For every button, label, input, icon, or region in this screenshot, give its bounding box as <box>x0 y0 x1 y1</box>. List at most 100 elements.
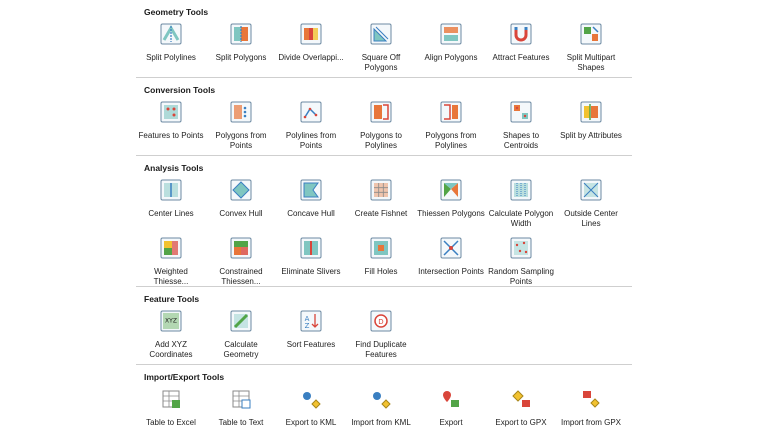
section-title: Geometry Tools <box>144 7 209 17</box>
find-duplicate-icon: D <box>370 307 392 337</box>
import-gpx-icon <box>580 385 602 415</box>
tool-button[interactable]: Export to GPX <box>486 385 556 443</box>
weighted-thiessen-icon <box>160 234 182 264</box>
tool-label: Divide Overlappi... <box>278 53 344 62</box>
tool-label: Outside Center Lines <box>564 209 618 228</box>
tool-button[interactable]: Fill Holes <box>346 234 416 292</box>
tool-button[interactable]: Shapes to Centroids <box>486 98 556 156</box>
tool-button[interactable]: Center Lines <box>136 176 206 234</box>
divide-overlapping-icon <box>300 20 322 50</box>
tool-button[interactable]: XYZ Add XYZ Coordinates <box>136 307 206 365</box>
tool-button[interactable]: Eliminate Slivers <box>276 234 346 292</box>
tool-label: Polygons to Polylines <box>360 131 402 150</box>
polygons-from-polylines-icon <box>440 98 462 128</box>
tool-button[interactable]: Square Off Polygons <box>346 20 416 78</box>
tool-label: Table to Text <box>218 418 264 427</box>
tool-label: Split Multipart Shapes <box>566 53 616 72</box>
tool-label: Polylines from Points <box>285 131 337 150</box>
tool-label: Export to KML <box>285 418 337 427</box>
tool-button[interactable]: Calculate Polygon Width <box>486 176 556 234</box>
tool-label: Split by Attributes <box>560 131 622 140</box>
section-title: Conversion Tools <box>144 85 216 95</box>
tool-label: Center Lines <box>148 209 194 218</box>
eliminate-slivers-icon <box>300 234 322 264</box>
tool-button[interactable]: Import from KML <box>346 385 416 443</box>
tool-button[interactable]: Export <box>416 385 486 443</box>
tool-button[interactable]: Convex Hull <box>206 176 276 234</box>
tool-label: Calculate Geometry <box>223 340 259 359</box>
tool-label: Align Polygons <box>424 53 478 62</box>
tool-button[interactable]: Export to KML <box>276 385 346 443</box>
tool-button[interactable]: Split Polylines <box>136 20 206 78</box>
tool-label: Find Duplicate Features <box>355 340 407 359</box>
center-lines-icon <box>160 176 182 206</box>
random-sampling-icon <box>510 234 532 264</box>
convex-hull-icon <box>230 176 252 206</box>
tool-label: Thiessen Polygons <box>417 209 485 218</box>
tool-label: Table to Excel <box>146 418 196 427</box>
tool-button[interactable]: Features to Points <box>136 98 206 156</box>
tool-button[interactable]: Split by Attributes <box>556 98 626 156</box>
tool-label: Split Polylines <box>146 53 196 62</box>
tool-button[interactable]: Create Fishnet <box>346 176 416 234</box>
tool-button[interactable]: Thiessen Polygons <box>416 176 486 234</box>
tool-button[interactable]: Table to Text <box>206 385 276 443</box>
svg-text:D: D <box>378 318 383 326</box>
tool-button[interactable]: Polygons from Polylines <box>416 98 486 156</box>
split-multipart-icon <box>580 20 602 50</box>
tool-button[interactable]: Intersection Points <box>416 234 486 292</box>
svg-text:Z: Z <box>305 322 310 330</box>
fill-holes-icon <box>370 234 392 264</box>
tool-label: Fill Holes <box>364 267 398 276</box>
tool-button[interactable]: Import from GPX <box>556 385 626 443</box>
tool-button[interactable]: Weighted Thiesse... <box>136 234 206 292</box>
fishnet-icon <box>370 176 392 206</box>
tool-button[interactable]: Split Multipart Shapes <box>556 20 626 78</box>
split-by-attributes-icon <box>580 98 602 128</box>
tool-button[interactable]: A Z Sort Features <box>276 307 346 365</box>
tool-grid: Table to Excel Table to Text Export to KML… <box>136 385 632 443</box>
toolbox-panel: Geometry Tools Split Polylines Split Poly… <box>136 0 632 432</box>
concave-hull-icon <box>300 176 322 206</box>
tool-label: Create Fishnet <box>354 209 408 218</box>
tool-button[interactable]: Concave Hull <box>276 176 346 234</box>
tool-button[interactable]: Align Polygons <box>416 20 486 78</box>
tool-grid: Features to Points Polygons from Points Po… <box>136 98 632 156</box>
tool-button[interactable]: Attract Features <box>486 20 556 78</box>
export-icon <box>440 385 462 415</box>
outside-center-lines-icon <box>580 176 602 206</box>
tool-button[interactable]: Polygons to Polylines <box>346 98 416 156</box>
sort-icon: AZ <box>300 307 322 337</box>
tool-label: Add XYZ Coordinates <box>149 340 193 359</box>
export-gpx-icon <box>510 385 532 415</box>
tool-label: Square Off Polygons <box>361 53 401 72</box>
tool-button[interactable]: Random Sampling Points <box>486 234 556 292</box>
tool-button[interactable]: Polygons from Points <box>206 98 276 156</box>
features-to-points-icon <box>160 98 182 128</box>
tool-button[interactable]: Table to Excel <box>136 385 206 443</box>
section-analysis-tools: Analysis Tools Center Lines Convex Hull Co… <box>136 156 632 287</box>
tool-label: Attract Features <box>492 53 550 62</box>
square-off-icon <box>370 20 392 50</box>
tool-button[interactable]: Divide Overlappi... <box>276 20 346 78</box>
tool-label: Constrained Thiessen... <box>219 267 263 286</box>
tool-label: Concave Hull <box>287 209 335 218</box>
tool-label: Weighted Thiesse... <box>153 267 189 286</box>
tool-label: Import from GPX <box>560 418 621 427</box>
polylines-from-points-icon <box>300 98 322 128</box>
tool-button[interactable]: Calculate Geometry <box>206 307 276 365</box>
tool-label: Export <box>439 418 463 427</box>
tool-button[interactable]: Polylines from Points <box>276 98 346 156</box>
tool-label: Random Sampling Points <box>488 267 554 286</box>
excel-icon <box>160 385 182 415</box>
tool-button[interactable]: Outside Center Lines <box>556 176 626 234</box>
tool-label: Features to Points <box>138 131 204 140</box>
section-feature-tools: Feature Tools XYZ Add XYZ Coordinates Calc… <box>136 287 632 365</box>
tool-button[interactable]: D Find Duplicate Features <box>346 307 416 365</box>
tool-label: Intersection Points <box>418 267 484 276</box>
section-geometry-tools: Geometry Tools Split Polylines Split Poly… <box>136 0 632 78</box>
tool-button[interactable]: Constrained Thiessen... <box>206 234 276 292</box>
polygons-to-polylines-icon <box>370 98 392 128</box>
tool-button[interactable]: Split Polygons <box>206 20 276 78</box>
calculate-geometry-icon <box>230 307 252 337</box>
